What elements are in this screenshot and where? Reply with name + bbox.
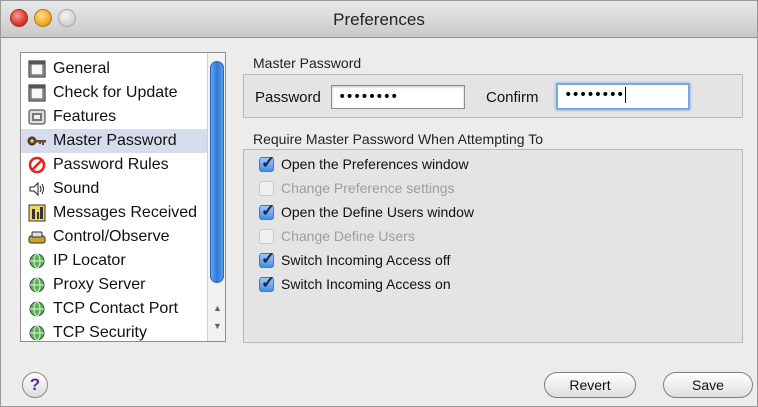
sidebar-item-label: Messages Received (53, 204, 198, 221)
preferences-window: Preferences General Check for Update Fea… (0, 0, 758, 407)
sidebar-item-proxy-server[interactable]: Proxy Server (21, 273, 207, 297)
checkbox-checked[interactable] (259, 153, 275, 173)
sidebar-item-label: General (53, 60, 110, 77)
option-switch-incoming-access-on[interactable]: Switch Incoming Access on (259, 273, 451, 295)
scroll-thumb[interactable] (210, 61, 224, 283)
sidebar-item-label: Proxy Server (53, 276, 146, 293)
sidebar-item-ip-locator[interactable]: IP Locator (21, 249, 207, 273)
checkbox-checked[interactable] (259, 273, 275, 293)
window-title: Preferences (333, 10, 425, 29)
sidebar-item-password-rules[interactable]: Password Rules (21, 153, 207, 177)
password-field[interactable]: •••••••• (331, 85, 465, 109)
key-icon (27, 131, 47, 151)
text-caret (625, 87, 627, 103)
confirm-password-field[interactable]: •••••••• (556, 83, 690, 110)
save-button[interactable]: Save (663, 372, 753, 398)
option-switch-incoming-access-off[interactable]: Switch Incoming Access off (259, 249, 450, 271)
confirm-password-value: •••••••• (564, 87, 624, 103)
sidebar-item-label: Password Rules (53, 156, 169, 173)
checkbox-disabled (259, 228, 274, 244)
features-icon (27, 107, 47, 127)
revert-button[interactable]: Revert (544, 372, 636, 398)
master-password-section-label: Master Password (253, 55, 362, 71)
option-open-define-users-window[interactable]: Open the Define Users window (259, 201, 474, 223)
sidebar-item-control-observe[interactable]: Control/Observe (21, 225, 207, 249)
globe-icon (27, 299, 47, 319)
option-label: Open the Define Users window (281, 204, 474, 220)
sidebar-item-check-for-update[interactable]: Check for Update (21, 81, 207, 105)
sidebar-item-messages-received[interactable]: Messages Received (21, 201, 207, 225)
sidebar-item-label: Control/Observe (53, 228, 170, 245)
sidebar-item-general[interactable]: General (21, 57, 207, 81)
option-label: Open the Preferences window (281, 156, 469, 172)
sidebar-item-master-password[interactable]: Master Password (21, 129, 207, 153)
sidebar-item-label: IP Locator (53, 252, 126, 269)
sidebar-scrollbar[interactable]: ▲ ▼ (207, 53, 225, 341)
checkbox-checked[interactable] (259, 201, 275, 221)
globe-icon (27, 251, 47, 271)
checkbox-checked[interactable] (259, 249, 275, 269)
preferences-category-list[interactable]: General Check for Update Features Master… (20, 52, 226, 342)
control-icon (27, 227, 47, 247)
globe-icon (27, 275, 47, 295)
require-section-label: Require Master Password When Attempting … (253, 131, 543, 147)
help-button[interactable]: ? (22, 372, 48, 398)
speaker-icon (27, 179, 47, 199)
password-label: Password (255, 89, 321, 106)
globe-icon (27, 323, 47, 341)
sidebar-item-label: Sound (53, 180, 100, 197)
option-open-preferences-window[interactable]: Open the Preferences window (259, 153, 469, 175)
option-label: Change Define Users (281, 228, 415, 244)
option-label: Switch Incoming Access on (281, 276, 451, 292)
sidebar-item-sound[interactable]: Sound (21, 177, 207, 201)
checkbox-disabled (259, 180, 274, 196)
sidebar-item-features[interactable]: Features (21, 105, 207, 129)
sidebar-item-label: Master Password (53, 132, 177, 149)
option-change-preference-settings: Change Preference settings (259, 177, 455, 199)
option-label: Change Preference settings (281, 180, 455, 196)
sidebar-item-label: TCP Contact Port (53, 300, 179, 317)
option-label: Switch Incoming Access off (281, 252, 451, 268)
sidebar-item-label: Check for Update (53, 84, 178, 101)
prohibited-icon (27, 155, 47, 175)
sidebar-item-label: TCP Security (53, 324, 147, 341)
option-change-define-users: Change Define Users (259, 225, 415, 247)
messages-icon (27, 203, 47, 223)
sidebar-item-tcp-contact-port[interactable]: TCP Contact Port (21, 297, 207, 321)
scroll-down-arrow-icon[interactable]: ▼ (213, 321, 222, 331)
general-window-icon (27, 59, 47, 79)
confirm-label: Confirm (486, 89, 539, 106)
sidebar-item-tcp-security[interactable]: TCP Security (21, 321, 207, 341)
scroll-up-arrow-icon[interactable]: ▲ (213, 303, 222, 313)
title-bar[interactable]: Preferences (1, 1, 757, 38)
update-window-icon (27, 83, 47, 103)
sidebar-item-label: Features (53, 108, 117, 125)
